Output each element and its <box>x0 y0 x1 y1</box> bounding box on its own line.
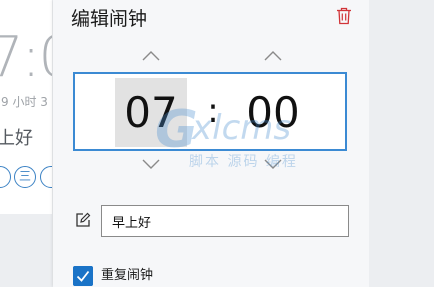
hour-increase-chevron-up-icon[interactable] <box>141 50 161 62</box>
panel-title: 编辑闹钟 <box>71 8 148 30</box>
time-picker[interactable]: 07 : 00 <box>73 72 347 151</box>
time-separator: : <box>207 91 219 131</box>
day-toggle[interactable] <box>40 166 52 188</box>
day-toggle[interactable]: 三 <box>14 166 36 188</box>
edit-icon <box>76 212 91 227</box>
alarm-name-input[interactable] <box>101 205 349 237</box>
day-toggle[interactable] <box>0 166 11 188</box>
repeat-alarm-label[interactable]: 重复闹钟 <box>101 267 153 285</box>
edit-alarm-panel: 编辑闹钟 07 : 00 重复闹钟 <box>53 0 369 287</box>
minute-value[interactable]: 00 <box>237 78 309 147</box>
alarm-time-text: 7:0 <box>0 25 52 90</box>
right-background <box>369 0 434 287</box>
hour-value[interactable]: 07 <box>115 78 187 147</box>
alarm-remaining-text: 9 小时 3 <box>1 95 48 109</box>
hour-decrease-chevron-down-icon[interactable] <box>141 158 161 170</box>
background-alarm-card[interactable]: 7:0 9 小时 3 上好 三 <box>0 0 52 214</box>
minute-increase-chevron-up-icon[interactable] <box>263 50 283 62</box>
minute-decrease-chevron-down-icon[interactable] <box>263 158 283 170</box>
repeat-alarm-checkbox[interactable] <box>73 266 93 286</box>
alarm-name-text: 上好 <box>0 128 33 149</box>
trash-icon[interactable] <box>336 7 352 25</box>
